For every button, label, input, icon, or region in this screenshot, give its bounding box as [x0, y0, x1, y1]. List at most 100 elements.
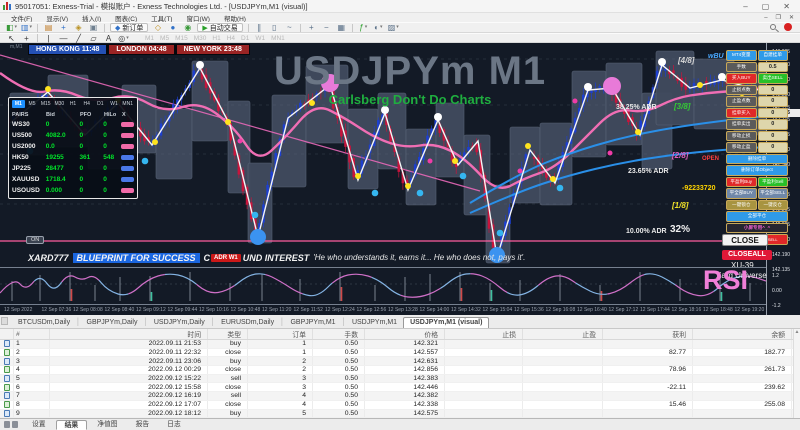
table-scrollbar[interactable]: ▲ [793, 329, 800, 418]
close-trade-button[interactable]: CLOSE [722, 234, 768, 246]
profiles-icon[interactable]: ▥▾ [19, 23, 34, 32]
column-header[interactable]: 手数 [313, 329, 365, 339]
trade-panel-button[interactable]: 全部平仓 [726, 211, 788, 222]
column-header[interactable]: 止盈 [523, 329, 603, 339]
search-icon[interactable] [770, 24, 776, 30]
terminal-tab-1[interactable]: 结果 [56, 420, 88, 430]
panel-timeframe-M5[interactable]: M5 [26, 100, 39, 108]
column-header[interactable]: 余额 [693, 329, 792, 339]
panel-timeframe-M30[interactable]: M30 [53, 100, 66, 108]
text-icon[interactable]: A [101, 34, 116, 43]
hline-icon[interactable]: — [56, 34, 71, 43]
panel-timeframe-M1[interactable]: M1 [12, 100, 25, 108]
trade-panel-input[interactable]: 0 [758, 96, 789, 107]
trade-panel-button[interactable]: 挂单买入 [726, 108, 757, 119]
trade-panel-button[interactable]: 自建挂单 [758, 50, 789, 61]
table-row-5[interactable]: 52022.09.12 15:22sell30.50142.383 [0, 375, 800, 384]
panel-timeframe-D1[interactable]: D1 [94, 100, 107, 108]
channel-icon[interactable]: ▱ [86, 34, 101, 43]
menu-item-3[interactable]: 图表(C) [108, 13, 144, 23]
trade-panel-button[interactable]: 平全部SELL [758, 188, 789, 199]
table-row-2[interactable]: 22022.09.11 22:32close10.50142.55782.771… [0, 349, 800, 358]
table-row-3[interactable]: 32022.09.11 23:06buy20.50142.631 [0, 357, 800, 366]
line-chart-icon[interactable]: ~ [282, 23, 297, 32]
chart-tab-3[interactable]: EURUSDm,Daily [215, 318, 280, 328]
periods-icon[interactable]: ◐▾ [371, 23, 386, 32]
column-header[interactable]: 获利 [603, 329, 693, 339]
table-row-1[interactable]: 12022.09.11 21:53buy10.50142.321 [0, 340, 800, 349]
column-header[interactable]: 时间 [50, 329, 208, 339]
chart-tab-1[interactable]: GBPJPYm,Daily [81, 318, 144, 328]
trade-panel-button[interactable]: 小屏专用^_^ [726, 223, 788, 234]
trade-panel-button[interactable]: MT4变量 [726, 50, 757, 61]
close-all-button[interactable]: CLOSEALL [722, 250, 772, 260]
column-header[interactable]: 订单 [248, 329, 313, 339]
candle-chart-icon[interactable]: ▯ [267, 23, 282, 32]
close-button[interactable]: ✕ [783, 2, 790, 11]
terminal-tab-2[interactable]: 净值图 [89, 420, 125, 430]
market-watch-icon[interactable]: ▤ [41, 23, 56, 32]
trade-panel-input[interactable]: 0 [758, 131, 789, 142]
chart-tab-5[interactable]: USDJPYm,M1 [346, 318, 403, 328]
column-header[interactable]: 类型 [208, 329, 248, 339]
maximize-button[interactable]: ▢ [762, 2, 770, 11]
chart-tab-2[interactable]: USDJPYm,Daily [148, 318, 211, 328]
terminal-tab-4[interactable]: 日志 [159, 420, 189, 430]
trade-panel-button[interactable]: 一键锁仓 [726, 200, 757, 211]
menu-item-1[interactable]: 显示(V) [39, 13, 75, 23]
trade-panel-button[interactable]: 平盈利Sell [758, 177, 789, 188]
pairs-row-us2000[interactable]: US20000.000 [12, 141, 134, 152]
metaeditor-icon[interactable]: ◇ [150, 23, 165, 32]
panel-timeframe-H4[interactable]: H4 [80, 100, 93, 108]
crosshair-icon[interactable]: + [19, 34, 34, 43]
trade-panel-input[interactable]: 0 [758, 108, 789, 119]
table-row-8[interactable]: 82022.09.12 17:07close40.50142.33815.462… [0, 401, 800, 410]
navigator-icon[interactable]: ◈ [71, 23, 86, 32]
new-order-button[interactable]: ◆新订单 [110, 23, 148, 32]
trade-panel-button[interactable]: 删除订单Object [726, 165, 788, 176]
panel-timeframe-MN1[interactable]: MN1 [121, 100, 134, 108]
table-row-7[interactable]: 72022.09.12 16:19sell40.50142.382 [0, 392, 800, 401]
menu-item-5[interactable]: 窗口(W) [179, 13, 216, 23]
chart-tab-4[interactable]: GBPJPYm,M1 [284, 318, 341, 328]
trade-panel-button[interactable]: 买入BUY [726, 73, 757, 84]
terminal-tab-3[interactable]: 报告 [128, 420, 158, 430]
pairs-row-us500[interactable]: US5004082.000 [12, 130, 134, 141]
table-row-4[interactable]: 42022.09.12 00:29close20.50142.85678.962… [0, 366, 800, 375]
minimize-button[interactable]: – [743, 2, 747, 11]
terminal-icon[interactable]: ▣ [86, 23, 101, 32]
data-window-icon[interactable]: + [56, 23, 71, 32]
pairs-row-xauusd[interactable]: XAUUSD1718.400 [12, 174, 134, 185]
chart-tab-6[interactable]: USDJPYm,M1 (visual) [403, 317, 489, 328]
rsi-indicator-pane[interactable] [0, 267, 766, 303]
trade-panel-button[interactable]: 平全部BUY [726, 188, 757, 199]
pairs-row-jp225[interactable]: JP2252847700 [12, 163, 134, 174]
panel-timeframe-H1[interactable]: H1 [67, 100, 80, 108]
community-icon[interactable]: ◉ [180, 23, 195, 32]
trade-panel-button[interactable]: 删除挂单 [726, 154, 788, 165]
menu-item-2[interactable]: 插入(I) [75, 13, 108, 23]
trade-panel-input[interactable]: 0.5 [758, 62, 789, 73]
child-restore-button[interactable]: ❐ [776, 14, 781, 21]
templates-icon[interactable]: ▨▾ [386, 23, 401, 32]
pairs-row-ws30[interactable]: WS30000 [12, 119, 134, 130]
trade-panel-input[interactable]: 0 [758, 85, 789, 96]
arrows-icon[interactable]: ◎▾ [116, 34, 131, 43]
notification-icon[interactable] [784, 23, 792, 31]
trade-panel-button[interactable]: 一键反仓 [758, 200, 789, 211]
chart-tab-0[interactable]: BTCUSDm,Daily [12, 318, 76, 328]
on-toggle-button[interactable]: ON [26, 236, 44, 244]
bar-chart-icon[interactable]: ∥ [252, 23, 267, 32]
menu-item-6[interactable]: 帮助(H) [217, 13, 253, 23]
chat-icon[interactable]: ● [165, 23, 180, 32]
child-close-button[interactable]: ✕ [789, 14, 794, 21]
column-header[interactable]: 价格 [365, 329, 445, 339]
trade-panel-button[interactable]: 卖出SELL [758, 73, 789, 84]
autotrading-button[interactable]: ▶自动交易 [197, 23, 242, 32]
menu-item-4[interactable]: 工具(T) [144, 13, 179, 23]
indicators-icon[interactable]: ƒ▾ [356, 23, 371, 32]
cursor-icon[interactable]: ↖ [4, 34, 19, 43]
zoom-in-icon[interactable]: + [304, 23, 319, 32]
column-header[interactable]: 止损 [445, 329, 523, 339]
vline-icon[interactable]: | [41, 34, 56, 43]
